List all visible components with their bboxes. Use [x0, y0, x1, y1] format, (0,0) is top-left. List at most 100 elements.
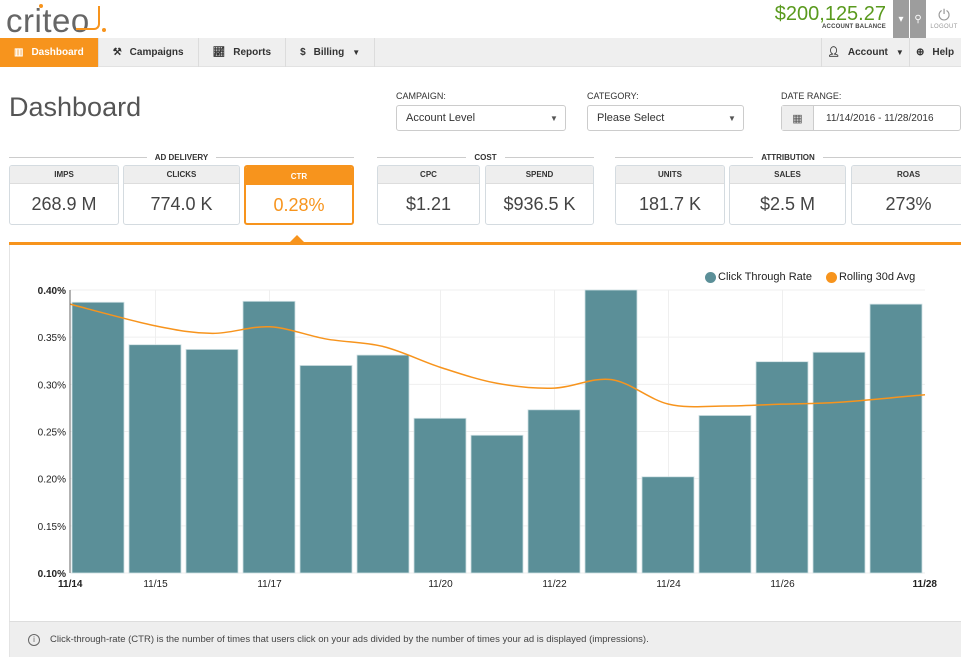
nav-billing[interactable]: $ Billing ▼: [286, 38, 376, 67]
gavel-icon: ⚒: [112, 47, 122, 58]
y-tick-label: 0.30%: [38, 380, 66, 391]
date-range-filter: DATE RANGE: ▦ 11/14/2016 - 11/28/2016: [781, 91, 961, 131]
account-balance: $200,125.27 ACCOUNT BALANCE: [775, 4, 886, 30]
kpi-label: CPC: [378, 166, 479, 184]
logo-bracket-icon: [76, 6, 100, 30]
line-chart-icon: 📈︎: [212, 47, 226, 58]
kpi-card-roas[interactable]: ROAS 273%: [851, 165, 961, 225]
bar-ctr: [185, 349, 239, 574]
y-tick-label: 0.20%: [38, 475, 66, 486]
dashboard-icon: ▥: [14, 47, 24, 58]
divider: [615, 156, 754, 158]
y-tick-label: 0.40%: [38, 286, 66, 297]
user-icon: 👤︎: [827, 47, 840, 58]
nav-label: Dashboard: [31, 47, 84, 58]
date-range-value: 11/14/2016 - 11/28/2016: [826, 112, 934, 124]
caret-down-icon: ▼: [895, 48, 904, 57]
selected-metric-pointer: [289, 235, 305, 243]
kpi-label: SALES: [730, 166, 845, 184]
bar-ctr: [869, 303, 923, 574]
logout-label: LOGOUT: [930, 24, 958, 30]
group-title: COST: [474, 152, 497, 162]
divider: [377, 156, 467, 158]
bar-ctr: [242, 300, 296, 574]
bar-ctr: [527, 409, 581, 574]
y-tick-label: 0.15%: [38, 522, 66, 533]
divider: [504, 156, 595, 158]
kpi-value: $936.5 K: [503, 194, 576, 214]
kpi-card-cpc[interactable]: CPC $1.21: [377, 165, 480, 225]
nav-dashboard[interactable]: ▥ Dashboard: [0, 38, 99, 67]
bar-ctr: [356, 354, 410, 574]
money-icon: $: [300, 47, 306, 58]
search-button[interactable]: ⚲: [910, 0, 926, 38]
kpi-card-sales[interactable]: SALES $2.5 M: [729, 165, 846, 225]
kpi-label: CTR: [246, 167, 352, 185]
nav-label: Campaigns: [129, 47, 184, 58]
logout-button[interactable]: ⏻ LOGOUT: [927, 0, 961, 38]
kpi-value: 273%: [885, 194, 932, 214]
kpi-label: SPEND: [486, 166, 593, 184]
lifebuoy-icon: ⊕: [916, 47, 925, 58]
balance-dropdown-button[interactable]: ▾: [893, 0, 909, 38]
info-text: Click-through-rate (CTR) is the number o…: [50, 634, 649, 645]
bar-ctr: [641, 476, 695, 574]
category-select[interactable]: Please Select ▼: [587, 105, 744, 131]
x-tick-label: 11/28: [913, 579, 938, 590]
selected-metric-rule: [9, 242, 961, 245]
x-tick-label: 11/20: [428, 579, 453, 590]
logo-dot-icon: [102, 28, 106, 32]
kpi-value: 181.7 K: [638, 194, 702, 214]
main-nav: ▥ Dashboard ⚒ Campaigns 📈︎ Reports $ Bil…: [0, 38, 961, 67]
campaign-label: CAMPAIGN:: [396, 91, 446, 101]
caret-down-icon: ▼: [550, 113, 558, 123]
campaign-filter: CAMPAIGN: Account Level ▼: [396, 91, 566, 131]
y-tick-label: 0.35%: [38, 333, 66, 344]
kpi-label: CLICKS: [124, 166, 239, 184]
caret-down-icon: ▾: [898, 13, 904, 25]
search-icon: ⚲: [914, 13, 922, 25]
kpi-group-attribution: ATTRIBUTION: [615, 151, 961, 163]
nav-account[interactable]: 👤︎ Account ▼: [821, 38, 909, 67]
bar-ctr: [755, 361, 809, 574]
criteo-logo[interactable]: criteo: [6, 2, 106, 40]
kpi-card-spend[interactable]: SPEND $936.5 K: [485, 165, 594, 225]
calendar-icon[interactable]: ▦: [782, 106, 814, 130]
caret-down-icon: ▼: [728, 113, 736, 123]
logo-dot-icon: [39, 4, 43, 8]
campaign-select[interactable]: Account Level ▼: [396, 105, 566, 131]
category-filter: CATEGORY: Please Select ▼: [587, 91, 744, 131]
group-title: AD DELIVERY: [154, 152, 209, 162]
nav-campaigns[interactable]: ⚒ Campaigns: [99, 38, 199, 67]
nav-reports[interactable]: 📈︎ Reports: [199, 38, 287, 67]
bar-ctr: [299, 365, 353, 574]
power-icon: ⏻: [938, 7, 950, 24]
date-range-label: DATE RANGE:: [781, 91, 842, 101]
x-tick-label: 11/15: [143, 579, 168, 590]
ctr-chart: 0.10%0.15%0.20%0.25%0.30%0.35%0.40%11/14…: [38, 286, 938, 590]
bar-ctr: [71, 301, 125, 574]
date-range-input[interactable]: ▦ 11/14/2016 - 11/28/2016: [781, 105, 961, 131]
nav-label: Reports: [233, 47, 272, 58]
kpi-card-clicks[interactable]: CLICKS 774.0 K: [123, 165, 240, 225]
bar-ctr: [584, 289, 638, 574]
x-tick-label: 11/26: [770, 579, 795, 590]
x-tick-label: 11/24: [656, 579, 681, 590]
info-icon: i: [28, 633, 40, 646]
nav-help[interactable]: ⊕ Help: [909, 38, 961, 67]
bar-ctr: [128, 344, 182, 574]
divider: [822, 156, 961, 158]
group-title: ATTRIBUTION: [761, 152, 815, 162]
bar-ctr: [413, 417, 467, 574]
campaign-value: Account Level: [406, 112, 476, 124]
category-label: CATEGORY:: [587, 91, 639, 101]
category-value: Please Select: [597, 112, 665, 124]
nav-label: Billing: [313, 47, 345, 58]
kpi-group-cost: COST: [377, 151, 595, 163]
kpi-label: ROAS: [852, 166, 961, 184]
kpi-card-imps[interactable]: IMPS 268.9 M: [9, 165, 119, 225]
kpi-card-units[interactable]: UNITS 181.7 K: [615, 165, 725, 225]
kpi-label: UNITS: [616, 166, 724, 184]
kpi-card-ctr[interactable]: CTR 0.28%: [244, 165, 354, 225]
kpi-value: $1.21: [405, 194, 452, 214]
